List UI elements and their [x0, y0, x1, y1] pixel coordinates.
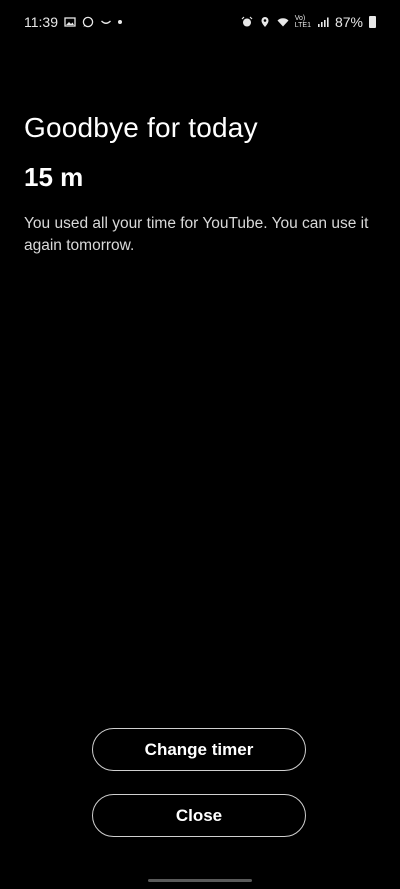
- change-timer-button[interactable]: Change timer: [92, 728, 306, 771]
- wifi-icon: [277, 16, 289, 28]
- alarm-icon: [241, 16, 253, 28]
- battery-icon: [369, 16, 376, 28]
- page-title: Goodbye for today: [24, 112, 258, 143]
- close-button[interactable]: Close: [92, 794, 306, 837]
- status-left: 11:39: [24, 14, 122, 30]
- signal-icon: [317, 16, 329, 28]
- whatsapp-icon: [82, 16, 94, 28]
- status-bar: 11:39 Vo) LTE1 87%: [0, 0, 400, 44]
- gallery-icon: [64, 16, 76, 28]
- status-time: 11:39: [24, 14, 58, 30]
- status-right: Vo) LTE1 87%: [241, 14, 376, 30]
- close-label: Close: [175, 805, 223, 825]
- change-timer-label: Change timer: [144, 739, 254, 759]
- smile-icon: [100, 16, 112, 28]
- volte-indicator: Vo) LTE1: [295, 15, 311, 29]
- location-icon: [259, 16, 271, 28]
- dot-icon: [118, 20, 122, 24]
- volte-bottom: LTE1: [294, 22, 311, 29]
- volte-top: Vo): [294, 15, 306, 22]
- limit-message: You used all your time for YouTube. You …: [24, 215, 369, 254]
- home-indicator[interactable]: [148, 879, 252, 882]
- battery-percent: 87%: [334, 14, 363, 30]
- time-used-value: 15 m: [24, 162, 84, 192]
